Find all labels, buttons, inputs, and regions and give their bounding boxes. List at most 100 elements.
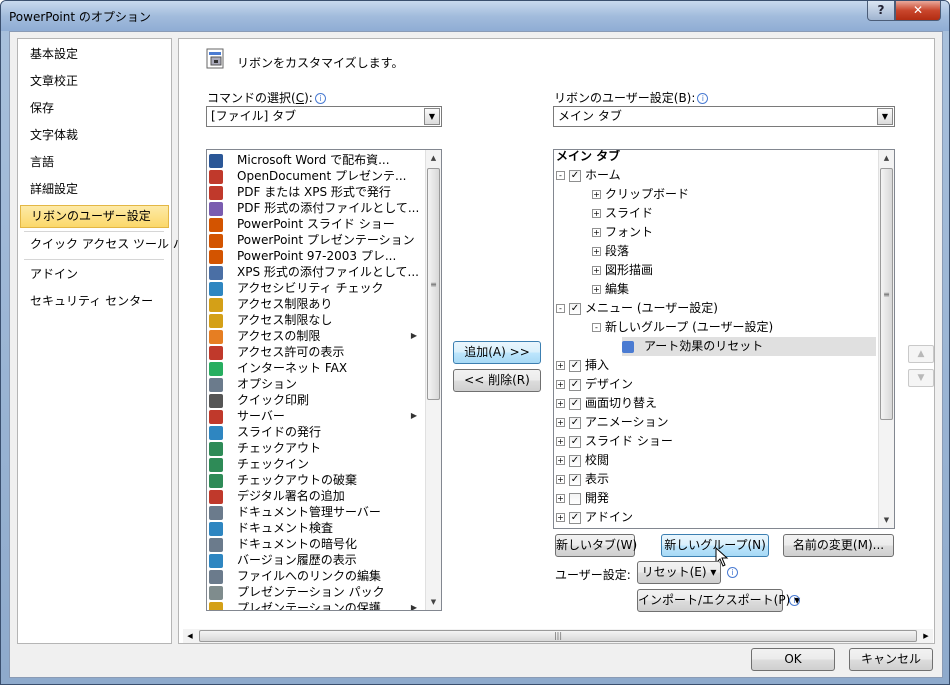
expand-icon[interactable]: + bbox=[592, 285, 601, 294]
hscroll-thumb[interactable]: ||| bbox=[199, 630, 917, 642]
tree-group-node[interactable]: + スライド bbox=[592, 204, 876, 223]
scroll-up-icon[interactable]: ▲ bbox=[426, 150, 441, 166]
command-item[interactable]: プレゼンテーション パック bbox=[209, 584, 423, 600]
scroll-up-icon[interactable]: ▲ bbox=[879, 150, 894, 166]
tree-tab-node[interactable]: + ✓ 校閲 bbox=[556, 451, 876, 470]
nav-item[interactable]: 保存 bbox=[20, 97, 169, 120]
commands-list[interactable]: ▲ ≡ ▼ Microsoft Word で配布資... OpenDocument… bbox=[206, 149, 442, 611]
scroll-down-icon[interactable]: ▼ bbox=[879, 512, 894, 528]
expand-icon[interactable]: + bbox=[556, 418, 565, 427]
move-down-button[interactable]: ▼ bbox=[908, 369, 934, 387]
nav-item[interactable]: セキュリティ センター bbox=[20, 290, 169, 313]
close-button[interactable]: ✕ bbox=[895, 1, 941, 21]
command-item[interactable]: オプション bbox=[209, 376, 423, 392]
tree-group-node[interactable]: - 新しいグループ (ユーザー設定) bbox=[592, 318, 876, 337]
collapse-icon[interactable]: - bbox=[556, 304, 565, 313]
nav-item[interactable]: 文字体裁 bbox=[20, 124, 169, 147]
scroll-left-icon[interactable]: ◀ bbox=[183, 629, 197, 643]
expand-icon[interactable]: + bbox=[592, 247, 601, 256]
info-icon[interactable]: i bbox=[789, 595, 800, 606]
nav-item[interactable]: 詳細設定 bbox=[20, 178, 169, 201]
expand-icon[interactable]: + bbox=[556, 513, 565, 522]
command-item[interactable]: クイック印刷 bbox=[209, 392, 423, 408]
tree-tab-node[interactable]: + 開発 bbox=[556, 489, 876, 508]
info-icon[interactable]: i bbox=[697, 93, 709, 104]
nav-item[interactable]: リボンのユーザー設定 bbox=[20, 205, 169, 228]
command-item[interactable]: スライドの発行 bbox=[209, 424, 423, 440]
tab-checkbox[interactable] bbox=[569, 492, 581, 505]
info-icon[interactable]: i bbox=[727, 567, 738, 578]
ribbon-tree-scrollbar[interactable]: ▲ ≡ ▼ bbox=[878, 150, 894, 528]
command-item[interactable]: ファイルへのリンクの編集 bbox=[209, 568, 423, 584]
command-item[interactable]: チェックイン bbox=[209, 456, 423, 472]
tab-checkbox[interactable]: ✓ bbox=[569, 359, 581, 372]
panel-hscrollbar[interactable]: ◀ ||| ▶ bbox=[183, 629, 933, 643]
tree-group-node[interactable]: アート効果のリセット bbox=[622, 337, 876, 356]
commands-combo[interactable]: [ファイル] タブ ▼ bbox=[206, 106, 442, 127]
remove-button[interactable]: << 削除(R) bbox=[453, 369, 541, 392]
command-item[interactable]: ドキュメント検査 bbox=[209, 520, 423, 536]
expand-icon[interactable]: + bbox=[592, 266, 601, 275]
command-item[interactable]: アクセス許可の表示 bbox=[209, 344, 423, 360]
cancel-button[interactable]: キャンセル bbox=[849, 648, 933, 671]
ribbon-tree[interactable]: ▲ ≡ ▼ メイン タブ - ✓ ホーム + クリップボード + スライド + フォント + 段落 + 図… bbox=[553, 149, 895, 529]
tree-tab-node[interactable]: + ✓ アドイン bbox=[556, 508, 876, 527]
tab-checkbox[interactable]: ✓ bbox=[569, 454, 581, 467]
chevron-down-icon[interactable]: ▼ bbox=[877, 108, 893, 125]
chevron-down-icon[interactable]: ▼ bbox=[424, 108, 440, 125]
move-up-button[interactable]: ▲ bbox=[908, 345, 934, 363]
add-button[interactable]: 追加(A) >> bbox=[453, 341, 541, 364]
command-item[interactable]: インターネット FAX bbox=[209, 360, 423, 376]
expand-icon[interactable]: + bbox=[556, 456, 565, 465]
expand-icon[interactable]: + bbox=[556, 494, 565, 503]
new-tab-button[interactable]: 新しいタブ(W) bbox=[555, 534, 637, 557]
reset-button[interactable]: リセット(E) ▾ bbox=[637, 561, 721, 584]
expand-icon[interactable]: + bbox=[556, 361, 565, 370]
tab-checkbox[interactable]: ✓ bbox=[569, 378, 581, 391]
tree-group-node[interactable]: + フォント bbox=[592, 223, 876, 242]
expand-icon[interactable]: + bbox=[592, 209, 601, 218]
command-item[interactable]: サーバー ▶ bbox=[209, 408, 423, 424]
tab-checkbox[interactable]: ✓ bbox=[569, 473, 581, 486]
command-item[interactable]: バージョン履歴の表示 bbox=[209, 552, 423, 568]
expand-icon[interactable]: + bbox=[556, 475, 565, 484]
nav-item[interactable]: 文章校正 bbox=[20, 70, 169, 93]
commands-scrollbar[interactable]: ▲ ≡ ▼ bbox=[425, 150, 441, 610]
tree-tab-node[interactable]: - ✓ ホーム bbox=[556, 166, 876, 185]
tree-tab-node[interactable]: + ✓ 挿入 bbox=[556, 356, 876, 375]
ok-button[interactable]: OK bbox=[751, 648, 835, 671]
tree-tab-node[interactable]: + ✓ 画面切り替え bbox=[556, 394, 876, 413]
ribbon-combo[interactable]: メイン タブ ▼ bbox=[553, 106, 895, 127]
command-item[interactable]: ドキュメントの暗号化 bbox=[209, 536, 423, 552]
tree-tab-node[interactable]: + ✓ アニメーション bbox=[556, 413, 876, 432]
command-item[interactable]: PDF または XPS 形式で発行 bbox=[209, 184, 423, 200]
command-item[interactable]: デジタル署名の追加 bbox=[209, 488, 423, 504]
tab-checkbox[interactable]: ✓ bbox=[569, 511, 581, 524]
scroll-thumb[interactable]: ≡ bbox=[427, 168, 440, 400]
tab-checkbox[interactable]: ✓ bbox=[569, 416, 581, 429]
tab-checkbox[interactable]: ✓ bbox=[569, 302, 581, 315]
command-item[interactable]: アクセスの制限 ▶ bbox=[209, 328, 423, 344]
tree-group-node[interactable]: + 図形描画 bbox=[592, 261, 876, 280]
tree-tab-node[interactable]: - ✓ メニュー (ユーザー設定) bbox=[556, 299, 876, 318]
info-icon[interactable]: i bbox=[314, 93, 326, 104]
command-item[interactable]: チェックアウト bbox=[209, 440, 423, 456]
command-item[interactable]: PowerPoint プレゼンテーション bbox=[209, 232, 423, 248]
nav-item[interactable]: クイック アクセス ツール バー bbox=[20, 233, 197, 256]
tree-tab-node[interactable]: +✓反映 bbox=[556, 527, 876, 528]
command-item[interactable]: アクセス制限なし bbox=[209, 312, 423, 328]
command-item[interactable]: プレゼンテーションの保護 ▶ bbox=[209, 600, 423, 610]
scroll-down-icon[interactable]: ▼ bbox=[426, 594, 441, 610]
command-item[interactable]: PDF 形式の添付ファイルとして... bbox=[209, 200, 423, 216]
nav-item[interactable]: 言語 bbox=[20, 151, 169, 174]
tree-tab-node[interactable]: メイン タブ bbox=[556, 150, 876, 166]
tab-checkbox[interactable]: ✓ bbox=[569, 435, 581, 448]
tree-group-node[interactable]: + クリップボード bbox=[592, 185, 876, 204]
tab-checkbox[interactable]: ✓ bbox=[569, 397, 581, 410]
expand-icon[interactable]: + bbox=[556, 380, 565, 389]
import-export-button[interactable]: インポート/エクスポート(P) ▾ bbox=[637, 589, 800, 612]
title-bar[interactable]: PowerPoint のオプション ? ✕ bbox=[1, 1, 949, 31]
tree-tab-node[interactable]: + ✓ デザイン bbox=[556, 375, 876, 394]
collapse-icon[interactable]: - bbox=[592, 323, 601, 332]
command-item[interactable]: XPS 形式の添付ファイルとして... bbox=[209, 264, 423, 280]
